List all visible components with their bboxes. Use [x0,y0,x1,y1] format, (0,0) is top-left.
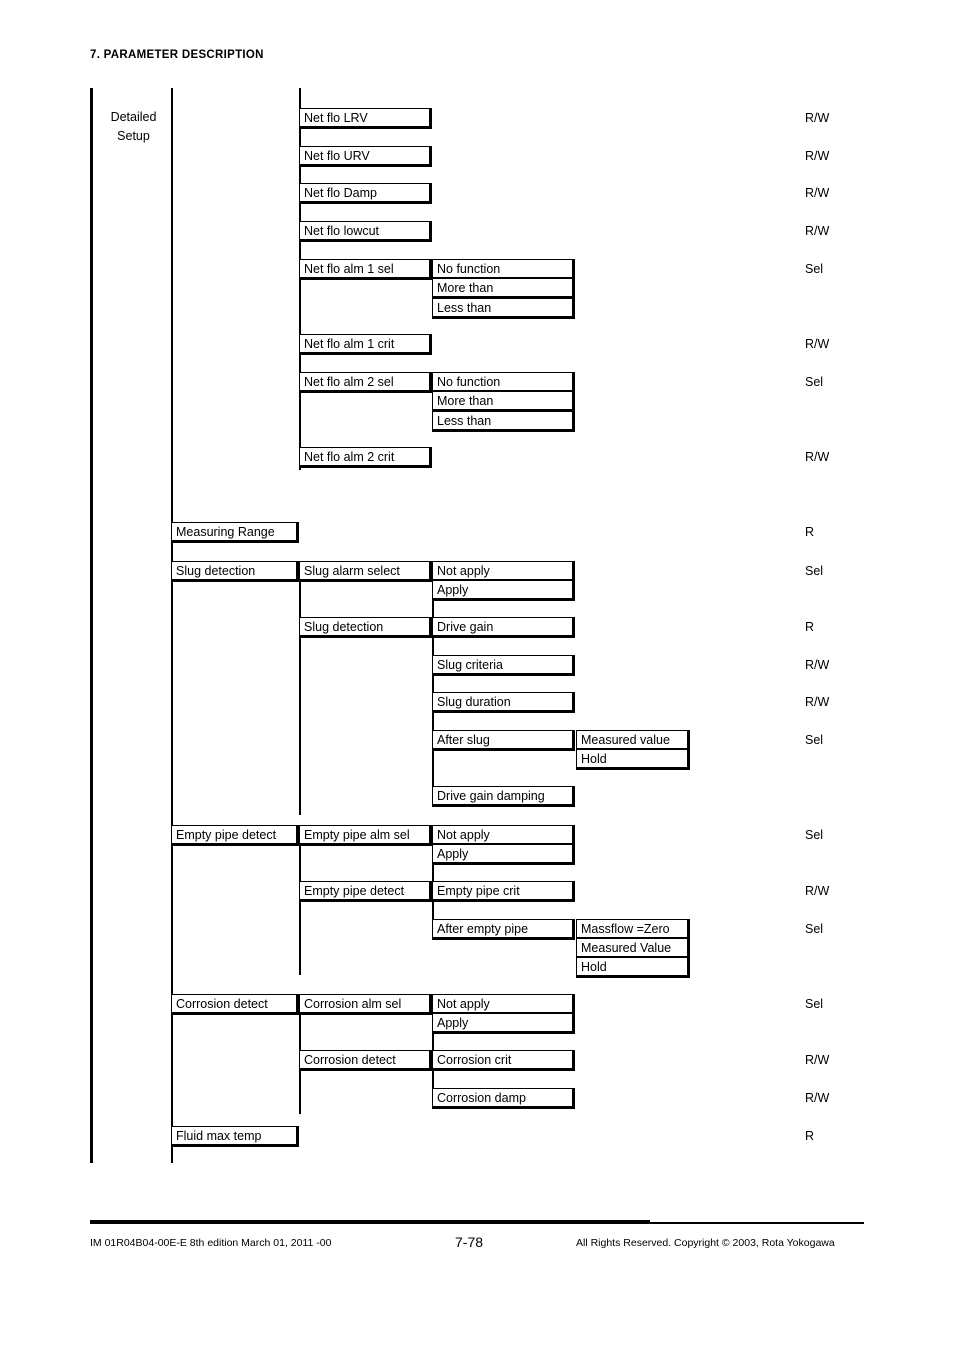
net-flo-urv: Net flo URV [299,146,432,167]
access-slug-duration: R/W [805,695,830,709]
access-corrosion-crit: R/W [805,1053,830,1067]
access-fluid-max-temp: R [805,1129,815,1143]
root-node-label: Detailed Setup [110,110,157,143]
drive-gain-damping: Drive gain damping [432,786,575,807]
access-empty-pipe-crit: R/W [805,884,830,898]
access-empty-pipe-alm-sel: Sel [805,828,824,842]
access-corrosion-alm-sel: Sel [805,997,824,1011]
access-net-flo-alm-1-sel: Sel [805,262,824,276]
empty-pipe-detect-sub: Empty pipe detect [299,881,432,902]
corrosion-apply: Apply [432,1013,575,1034]
page-title: 7. PARAMETER DESCRIPTION [90,49,264,61]
empty-pipe-not-apply: Not apply [432,825,575,846]
access-measuring-range: R [805,525,815,539]
access-corrosion-damp: R/W [805,1091,830,1105]
access-net-flo-lowcut: R/W [805,224,830,238]
root-spine [90,88,94,1163]
empty-pipe-detect: Empty pipe detect [171,825,299,846]
after-slug-measured-value: Measured value [576,730,690,751]
slug-detection-sub: Slug detection [299,617,432,638]
net-flo-alm-1-sel: Net flo alm 1 sel [299,259,432,280]
access-slug-alarm-select: Sel [805,564,824,578]
slug-duration: Slug duration [432,692,575,713]
access-slug-criteria: R/W [805,658,830,672]
access-after-slug: Sel [805,733,824,747]
access-net-flo-damp: R/W [805,186,830,200]
footer-page-number: 7-78 [455,1234,484,1250]
corrosion-crit: Corrosion crit [432,1050,575,1071]
access-net-flo-alm-1-crit: R/W [805,337,830,351]
access-after-empty-pipe: Sel [805,922,824,936]
after-empty-massflow-zero: Massflow =Zero [576,919,690,940]
document-page: 7. PARAMETER DESCRIPTION Detailed Setup … [0,0,954,1350]
corrosion-detect: Corrosion detect [171,994,299,1015]
empty-pipe-alm-sel: Empty pipe alm sel [299,825,432,846]
slug-alarm-apply: Apply [432,580,575,601]
net-flo-alm-2-more-than: More than [432,391,575,412]
after-slug-hold: Hold [576,749,690,770]
net-flo-alm-1-crit: Net flo alm 1 crit [299,334,432,355]
slug-alarm-select: Slug alarm select [299,561,432,582]
access-net-flo-lrv: R/W [805,111,830,125]
net-flo-alm-1-less-than: Less than [432,298,575,319]
net-flo-alm-2-crit: Net flo alm 2 crit [299,447,432,468]
slug-alarm-not-apply: Not apply [432,561,575,582]
net-flo-damp: Net flo Damp [299,183,432,204]
slug-branch-spine [299,561,302,815]
slug-criteria: Slug criteria [432,655,575,676]
access-net-flo-alm-2-sel: Sel [805,375,824,389]
empty-pipe-apply: Apply [432,844,575,865]
corrosion-alm-sel: Corrosion alm sel [299,994,432,1015]
slug-detection: Slug detection [171,561,299,582]
access-net-flo-urv: R/W [805,149,830,163]
footer-copyright: All Rights Reserved. Copyright © 2003, R… [576,1237,835,1249]
corrosion-detect-sub: Corrosion detect [299,1050,432,1071]
corrosion-damp: Corrosion damp [432,1088,575,1109]
fluid-max-temp: Fluid max temp [171,1126,299,1147]
after-empty-measured-value: Measured Value [576,938,690,959]
empty-pipe-crit: Empty pipe crit [432,881,575,902]
after-slug: After slug [432,730,575,751]
net-flo-lowcut: Net flo lowcut [299,221,432,242]
corrosion-not-apply: Not apply [432,994,575,1015]
footer-document-id: IM 01R04B04-00E-E 8th edition March 01, … [90,1237,332,1249]
net-flo-lrv: Net flo LRV [299,108,432,129]
measuring-range: Measuring Range [171,522,299,543]
net-flo-alm-2-no-function: No function [432,372,575,393]
access-drive-gain: R [805,620,815,634]
net-flo-alm-2-less-than: Less than [432,411,575,432]
after-empty-hold: Hold [576,957,690,978]
footer-divider-thick [90,1220,650,1223]
net-flo-alm-1-more-than: More than [432,278,575,299]
access-net-flo-alm-2-crit: R/W [805,450,830,464]
after-empty-pipe: After empty pipe [432,919,575,940]
drive-gain: Drive gain [432,617,575,638]
net-flo-alm-1-no-function: No function [432,259,575,280]
net-flo-alm-2-sel: Net flo alm 2 sel [299,372,432,393]
